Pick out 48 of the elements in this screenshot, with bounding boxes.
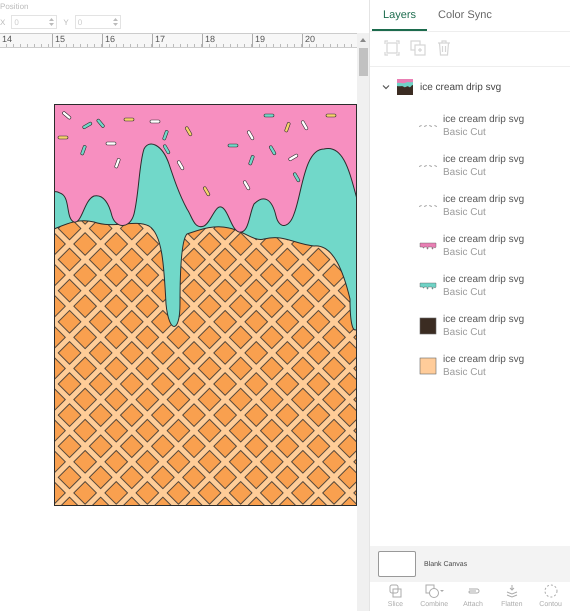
vertical-scrollbar[interactable] [357, 48, 369, 611]
position-label: Position [0, 2, 30, 11]
cut-type-label: Basic Cut [443, 286, 487, 299]
layer-name: ice cream drip svg [443, 233, 524, 246]
cut-type-label: Basic Cut [443, 166, 487, 179]
layer-row[interactable]: ice cream drip svg Basic Cut [370, 307, 570, 347]
stepper-arrows-icon [49, 18, 54, 26]
cut-type-label: Basic Cut [443, 246, 487, 259]
panel-tab[interactable]: Color Sync [427, 0, 503, 31]
layer-name: ice cream drip svg [420, 82, 502, 92]
ruler-number: 16 [102, 34, 152, 47]
layer-name: ice cream drip svg [443, 153, 524, 166]
layer-group-row[interactable]: ice cream drip svg [370, 67, 570, 107]
cut-type-label: Basic Cut [443, 366, 487, 379]
ruler-number: 17 [152, 34, 202, 47]
layer-name: ice cream drip svg [443, 313, 524, 326]
field-label: Y [63, 18, 69, 26]
layer-row[interactable]: ice cream drip svg Basic Cut [370, 267, 570, 307]
contour-icon [544, 584, 558, 598]
cut-type-label: Basic Cut [443, 326, 487, 339]
canvas-swatch[interactable] [378, 551, 416, 577]
layer-name: ice cream drip svg [443, 353, 524, 366]
stepper-arrows-icon [112, 18, 118, 26]
cut-type-label: Basic Cut [443, 126, 487, 139]
cut-type-label: Basic Cut [443, 206, 487, 219]
panel-tab[interactable]: Layers [372, 0, 428, 31]
sprinkles-thumbnail-icon [419, 124, 437, 128]
sprinkles-thumbnail-icon [419, 204, 437, 208]
layer-name: ice cream drip svg [443, 113, 524, 126]
layer-row[interactable]: ice cream drip svg Basic Cut [370, 187, 570, 227]
slice-icon [388, 584, 402, 598]
layer-row[interactable]: ice cream drip svg Basic Cut [370, 347, 570, 387]
field-label: X [0, 18, 6, 26]
layer-row[interactable]: ice cream drip svg Basic Cut [370, 227, 570, 267]
layer-name: ice cream drip svg [443, 193, 524, 206]
layer-row[interactable]: ice cream drip svg Basic Cut [370, 147, 570, 187]
ruler-number: 14 [0, 34, 52, 47]
layer-row[interactable]: ice cream drip svg Basic Cut [370, 107, 570, 147]
ruler-number: 19 [252, 34, 302, 47]
combine-icon [424, 584, 444, 598]
flatten-icon [504, 584, 519, 598]
layer-name: ice cream drip svg [443, 273, 524, 286]
artwork-thumbnail-icon [397, 79, 413, 95]
ruler-number: 18 [202, 34, 252, 47]
ruler-number: 15 [52, 34, 102, 47]
scroll-up-icon[interactable] [360, 38, 366, 42]
sprinkles-thumbnail-icon [419, 164, 437, 168]
ruler-number: 20 [302, 34, 352, 47]
